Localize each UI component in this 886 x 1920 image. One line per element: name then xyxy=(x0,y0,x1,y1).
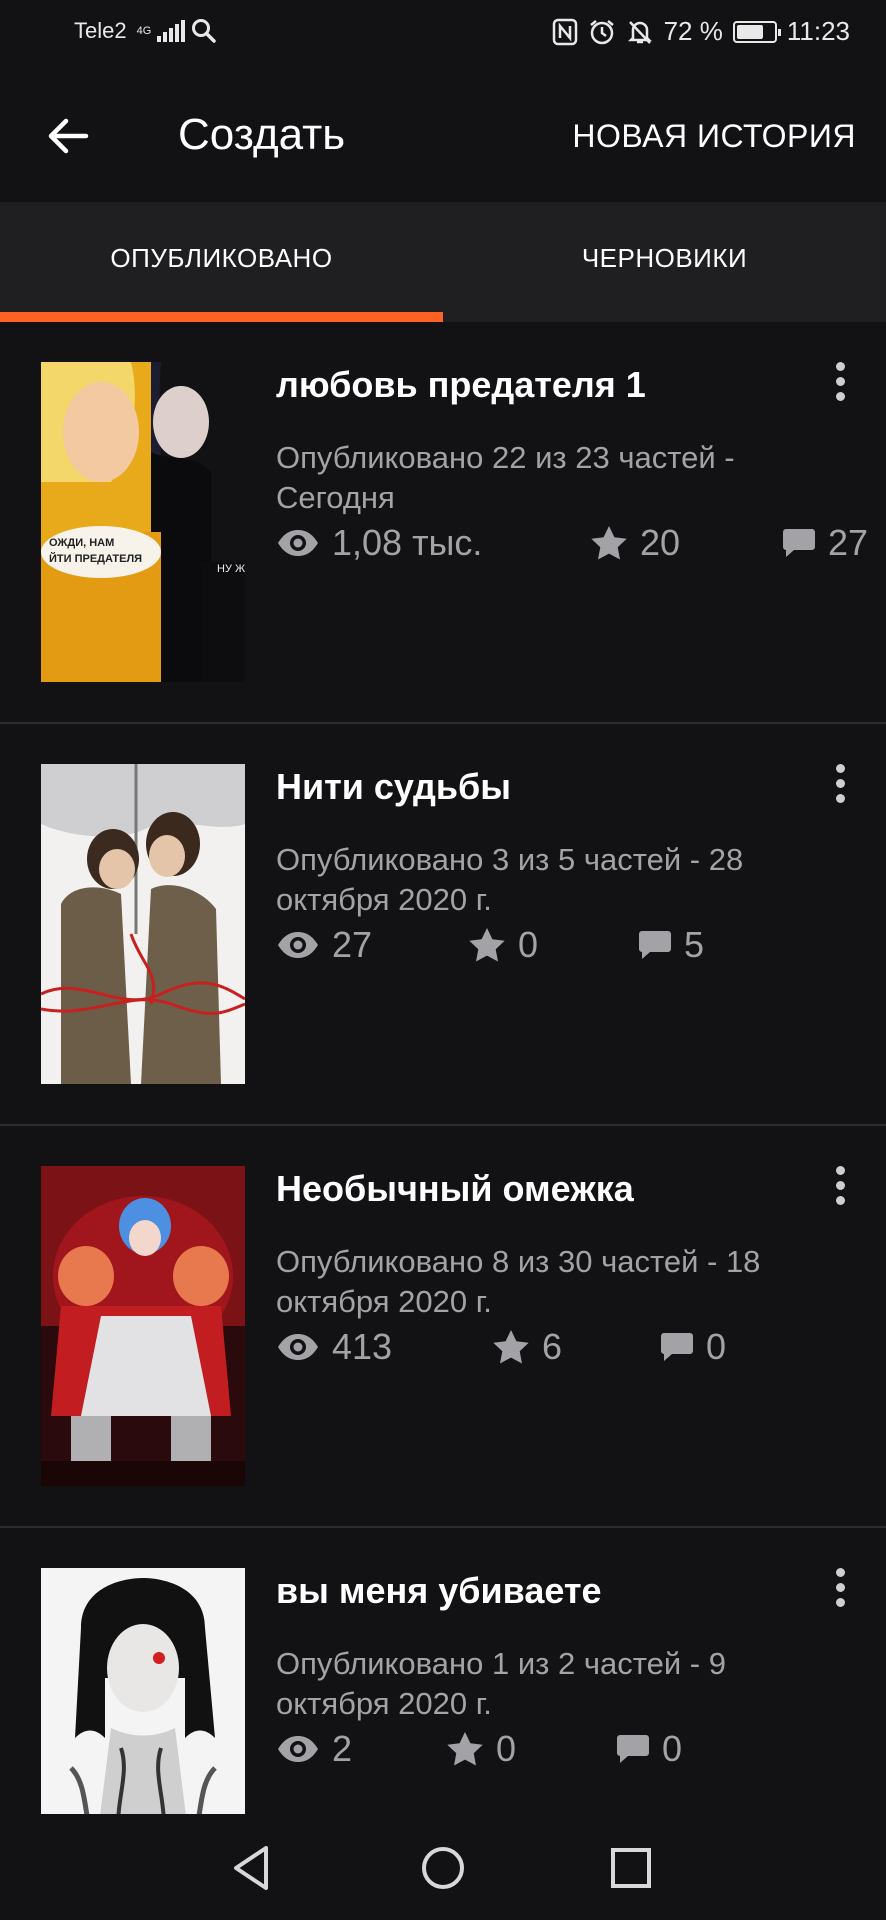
comment-icon xyxy=(661,1333,693,1361)
more-vertical-icon[interactable] xyxy=(828,358,852,408)
comments-count: 0 xyxy=(706,1326,727,1367)
cover-caption: ОЖДИ, НАМ xyxy=(49,537,114,549)
screen: Tele2 4G 72 % 11:23 Создать НОВАЯ ИСТОРИ… xyxy=(0,0,886,1920)
battery-percent: 72 % xyxy=(663,16,723,46)
reads-stat: 27 xyxy=(276,924,468,966)
votes-stat: 0 xyxy=(468,924,638,966)
battery-icon xyxy=(732,20,781,43)
network-label: 4G xyxy=(136,24,152,37)
more-vertical-icon[interactable] xyxy=(828,1162,852,1212)
status-left: Tele2 4G xyxy=(74,18,217,44)
reads-count: 2 xyxy=(332,1728,353,1769)
nav-home-icon[interactable] xyxy=(413,1838,473,1898)
comments-count: 5 xyxy=(684,924,705,965)
signal-icon xyxy=(157,20,186,42)
comment-icon xyxy=(639,931,671,959)
votes-stat: 6 xyxy=(492,1326,660,1368)
votes-count: 6 xyxy=(542,1326,563,1367)
story-stats: 413 6 0 xyxy=(276,1322,726,1372)
story-cover[interactable] xyxy=(41,764,245,1084)
story-title[interactable]: Необычный омежка xyxy=(276,1168,634,1210)
story-card[interactable]: ОЖДИ, НАМ ЙТИ ПРЕДАТЕЛЯ НУ Ж любовь пред… xyxy=(0,322,886,724)
page-title: Создать xyxy=(178,110,346,159)
mute-icon xyxy=(627,20,652,44)
active-tab-indicator xyxy=(0,312,443,322)
new-story-button[interactable]: НОВАЯ ИСТОРИЯ xyxy=(572,118,856,155)
reads-stat: 2 xyxy=(276,1728,446,1770)
alarm-icon xyxy=(589,19,614,44)
network-type: 4G xyxy=(136,24,152,37)
story-meta: Опубликовано 22 из 23 частей - Сегодня xyxy=(276,440,735,515)
story-card[interactable]: Необычный омежка Опубликовано 8 из 30 ча… xyxy=(0,1126,886,1528)
comments-count: 0 xyxy=(662,1728,683,1769)
story-stats: 27 0 5 xyxy=(276,920,704,970)
story-stats: 1,08 тыс. 20 27 xyxy=(276,518,868,568)
more-vertical-icon[interactable] xyxy=(828,1564,852,1614)
nav-recents-icon[interactable] xyxy=(601,1838,661,1898)
cover-caption: ЙТИ ПРЕДАТЕЛЯ xyxy=(49,552,142,565)
carrier-name: Tele2 xyxy=(74,18,127,43)
comment-icon xyxy=(783,529,815,557)
star-icon xyxy=(591,526,627,560)
cover-art: ОЖДИ, НАМ ЙТИ ПРЕДАТЕЛЯ НУ Ж xyxy=(41,362,245,682)
story-cover[interactable]: ОЖДИ, НАМ ЙТИ ПРЕДАТЕЛЯ НУ Ж xyxy=(41,362,245,682)
story-title[interactable]: вы меня убиваете xyxy=(276,1570,602,1612)
votes-count: 20 xyxy=(640,522,681,563)
votes-count: 0 xyxy=(518,924,539,965)
reads-stat: 413 xyxy=(276,1326,492,1368)
reads-count: 27 xyxy=(332,924,373,965)
comments-stat: 5 xyxy=(638,924,704,966)
tab-bar: ОПУБЛИКОВАНО ЧЕРНОВИКИ xyxy=(0,202,886,322)
story-title[interactable]: любовь предателя 1 xyxy=(276,364,646,406)
eye-icon xyxy=(278,1736,318,1762)
reads-stat: 1,08 тыс. xyxy=(276,522,590,564)
comments-stat: 27 xyxy=(782,522,868,564)
votes-stat: 0 xyxy=(446,1728,616,1770)
eye-icon xyxy=(278,932,318,958)
story-meta: Опубликовано 8 из 30 частей - 18 октября… xyxy=(276,1244,761,1319)
app-bar: Создать НОВАЯ ИСТОРИЯ xyxy=(0,70,886,202)
cover-art xyxy=(41,1166,245,1486)
eye-icon xyxy=(278,530,318,556)
story-cover[interactable] xyxy=(41,1166,245,1486)
votes-stat: 20 xyxy=(590,522,782,564)
comments-stat: 0 xyxy=(616,1728,682,1770)
reads-count: 413 xyxy=(332,1326,393,1367)
battery-fill xyxy=(736,24,763,39)
status-bar: Tele2 4G 72 % 11:23 xyxy=(0,0,886,70)
star-icon xyxy=(493,1330,529,1364)
story-stats: 2 0 0 xyxy=(276,1724,682,1774)
story-meta: Опубликовано 1 из 2 частей - 9 октября 2… xyxy=(276,1646,726,1721)
search-icon xyxy=(192,19,217,43)
more-vertical-icon[interactable] xyxy=(828,760,852,810)
comments-stat: 0 xyxy=(660,1326,726,1368)
cover-caption: НУ Ж xyxy=(217,563,245,575)
status-right: 72 % 11:23 xyxy=(552,16,850,47)
star-icon xyxy=(447,1732,483,1766)
reads-count: 1,08 тыс. xyxy=(332,522,483,563)
nfc-icon xyxy=(552,18,577,45)
cover-art xyxy=(41,764,245,1084)
tab-published[interactable]: ОПУБЛИКОВАНО xyxy=(0,202,443,322)
star-icon xyxy=(469,928,505,962)
clock: 11:23 xyxy=(786,16,850,46)
system-nav-bar xyxy=(0,1814,886,1920)
story-meta: Опубликовано 3 из 5 частей - 28 октября … xyxy=(276,842,744,917)
eye-icon xyxy=(278,1334,318,1360)
story-card[interactable]: Нити судьбы Опубликовано 3 из 5 частей -… xyxy=(0,724,886,1126)
back-arrow-icon[interactable] xyxy=(42,110,94,162)
comments-count: 27 xyxy=(828,522,869,563)
comment-icon xyxy=(617,1735,649,1763)
nav-back-icon[interactable] xyxy=(222,1838,282,1898)
story-title[interactable]: Нити судьбы xyxy=(276,766,511,808)
tab-drafts[interactable]: ЧЕРНОВИКИ xyxy=(443,202,886,322)
votes-count: 0 xyxy=(496,1728,517,1769)
story-list: ОЖДИ, НАМ ЙТИ ПРЕДАТЕЛЯ НУ Ж любовь пред… xyxy=(0,322,886,1920)
